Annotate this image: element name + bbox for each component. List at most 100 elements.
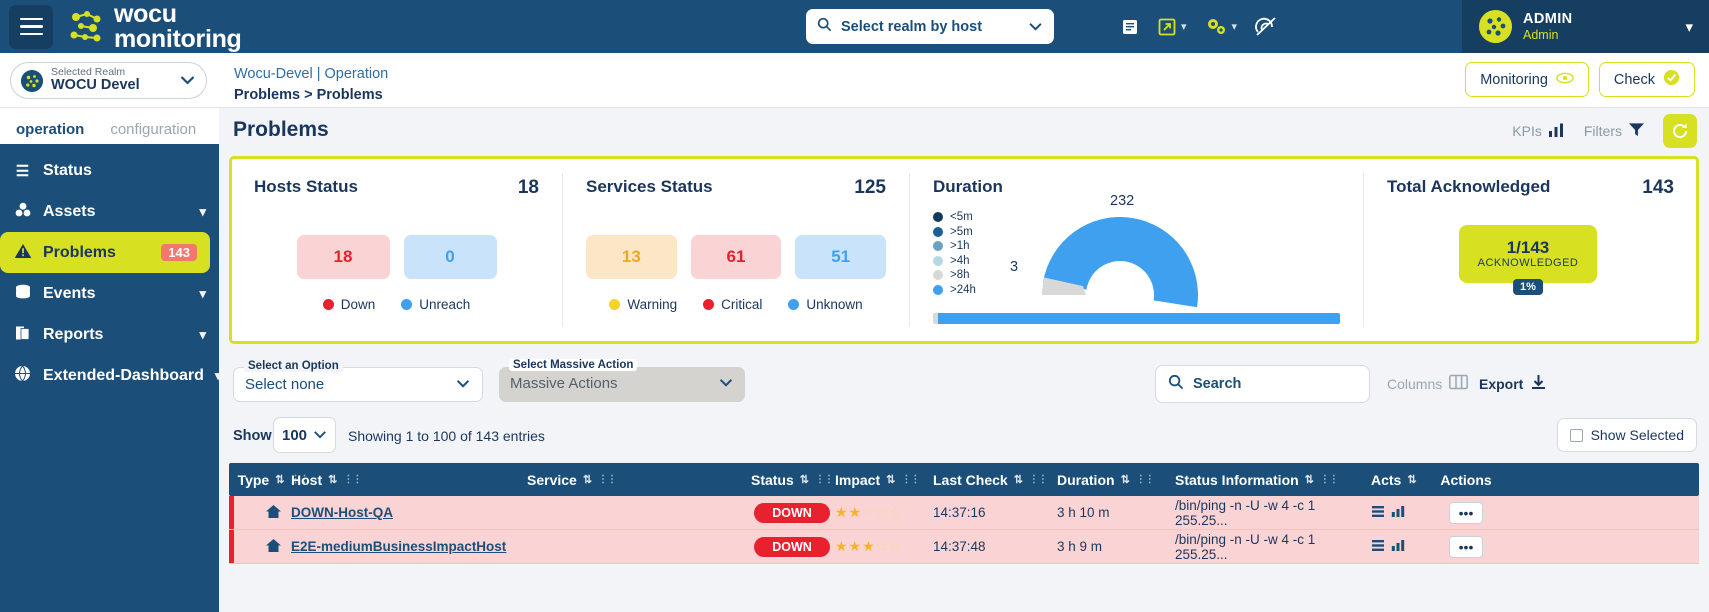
page-size-select[interactable]: 100: [273, 417, 336, 453]
columns-label: Columns: [1387, 375, 1443, 392]
sort-icon[interactable]: ⇅: [1014, 473, 1023, 486]
status-dot-down: [322, 299, 334, 310]
services-critical-box[interactable]: 61: [690, 235, 782, 279]
chevron-down-icon: [718, 375, 734, 390]
external-link-icon[interactable]: ▾: [1157, 17, 1187, 37]
selected-realm-dropdown[interactable]: Selected Realm WOCU Devel: [10, 62, 207, 99]
realm-by-host-search[interactable]: Select realm by host: [806, 9, 1054, 44]
hosts-unreach-box[interactable]: 0: [403, 235, 497, 279]
sort-icon[interactable]: ⇅: [886, 473, 895, 486]
bar-segment-24h: [938, 313, 1340, 324]
monitoring-button[interactable]: Monitoring: [1465, 62, 1589, 97]
gauge-svg: [1042, 217, 1198, 308]
column-header-type[interactable]: Type ⇅ ⋮⋮: [229, 472, 310, 488]
drag-handle-icon[interactable]: ⋮⋮: [343, 474, 362, 485]
host-link[interactable]: DOWN-Host-QA: [291, 505, 393, 520]
app-header: wocu monitoring Select realm by host ▾ ▾: [0, 0, 1709, 53]
drag-handle-icon[interactable]: ⋮⋮: [1136, 474, 1155, 485]
legend-dot: [933, 212, 943, 222]
drag-handle-icon[interactable]: ⋮⋮: [598, 474, 617, 485]
column-header-last-check[interactable]: Last Check ⇅ ⋮⋮: [933, 472, 1057, 488]
tab-operation[interactable]: operation: [16, 121, 84, 144]
sidebar-item-problems[interactable]: Problems 143: [0, 232, 210, 273]
sort-icon[interactable]: ⇅: [1407, 473, 1416, 486]
column-header-actions[interactable]: Actions: [1435, 472, 1497, 488]
card-title: Hosts Status: [254, 177, 358, 196]
column-header-impact[interactable]: Impact ⇅ ⋮⋮: [835, 472, 933, 488]
brand-logo[interactable]: wocu monitoring: [69, 2, 242, 51]
column-label: Actions: [1440, 471, 1492, 488]
sidebar-item-assets[interactable]: Assets ▾: [0, 191, 219, 232]
show-selected-button[interactable]: Show Selected: [1556, 418, 1697, 452]
sidebar-item-reports[interactable]: Reports ▾: [0, 314, 219, 355]
services-warning-box[interactable]: 13: [586, 235, 677, 279]
row-actions-button[interactable]: •••: [1449, 535, 1483, 558]
chart-icon[interactable]: [1391, 505, 1405, 521]
filters-toggle[interactable]: Filters: [1584, 122, 1645, 140]
drag-handle-icon[interactable]: ⋮⋮: [815, 474, 834, 485]
radar-off-icon[interactable]: [1254, 16, 1278, 38]
table-row[interactable]: DOWN-Host-QA DOWN ★★☆☆☆ 14:37:16 3 h 10 …: [229, 496, 1699, 530]
card-total: 125: [854, 177, 886, 198]
check-button[interactable]: Check: [1598, 62, 1695, 97]
drag-handle-icon[interactable]: ⋮⋮: [290, 474, 309, 485]
cell-last-check: 14:37:16: [933, 505, 986, 520]
main-content: Problems KPIs Filters Hosts Status 18 18…: [219, 108, 1709, 612]
sort-icon[interactable]: ⇅: [1305, 473, 1314, 486]
sort-icon[interactable]: ⇅: [328, 473, 337, 486]
drag-handle-icon[interactable]: ⋮⋮: [901, 474, 920, 485]
list-icon[interactable]: [1371, 539, 1385, 555]
host-link[interactable]: E2E-mediumBusinessImpactHost: [291, 539, 506, 554]
drag-handle-icon[interactable]: ⋮⋮: [1320, 474, 1339, 485]
column-header-host[interactable]: Host ⇅ ⋮⋮: [291, 472, 527, 488]
cell-acts: [1371, 505, 1435, 521]
search-input[interactable]: Search: [1155, 365, 1370, 403]
column-label: Service: [527, 471, 577, 488]
row-actions-button[interactable]: •••: [1449, 501, 1483, 524]
drag-handle-icon[interactable]: ⋮⋮: [1029, 474, 1048, 485]
sidebar-item-label: Events: [43, 284, 96, 302]
export-button[interactable]: Export: [1479, 374, 1547, 393]
sort-icon[interactable]: ⇅: [583, 473, 592, 486]
sort-icon[interactable]: ⇅: [800, 473, 809, 486]
columns-button[interactable]: Columns: [1387, 374, 1469, 393]
column-header-service[interactable]: Service ⇅ ⋮⋮: [527, 472, 749, 488]
hosts-down-box[interactable]: 18: [296, 235, 390, 279]
acknowledged-box[interactable]: 1/143 ACKNOWLEDGED 1%: [1459, 225, 1597, 295]
table-row[interactable]: E2E-mediumBusinessImpactHost DOWN ★★★☆☆ …: [229, 530, 1699, 564]
tab-configuration[interactable]: configuration: [110, 121, 196, 144]
chart-icon[interactable]: [1391, 539, 1405, 555]
cell-host: E2E-mediumBusinessImpactHost: [291, 539, 527, 554]
legend-item: >24h: [933, 284, 976, 296]
sort-icon[interactable]: ⇅: [1121, 473, 1130, 486]
book-icon[interactable]: [1120, 17, 1140, 37]
breadcrumb: Wocu-Devel | Operation Problems > Proble…: [234, 64, 388, 106]
show-selected-label: Show Selected: [1590, 427, 1684, 443]
hamburger-icon[interactable]: [9, 4, 53, 49]
breadcrumb-realm[interactable]: Wocu-Devel | Operation: [234, 64, 388, 85]
select-option-dropdown[interactable]: Select an Option Select none: [233, 360, 483, 402]
chevron-down-icon[interactable]: ▾: [1685, 18, 1693, 36]
services-unknown-box[interactable]: 51: [795, 235, 887, 279]
page-size-value: 100: [282, 426, 308, 444]
sidebar-item-events[interactable]: Events ▾: [0, 273, 219, 314]
realm-field-value: WOCU Devel: [51, 77, 140, 94]
refresh-button[interactable]: [1663, 114, 1697, 148]
sidebar-item-label: Status: [43, 161, 92, 179]
column-header-acts[interactable]: Acts ⇅: [1371, 472, 1435, 488]
chevron-down-icon: [179, 72, 196, 90]
column-header-status[interactable]: Status ⇅ ⋮⋮: [749, 472, 835, 488]
sidebar-item-extended-dashboard[interactable]: Extended-Dashboard ▾: [0, 355, 221, 396]
card-total: 143: [1642, 177, 1674, 198]
sort-icon[interactable]: ⇅: [275, 473, 284, 486]
user-menu[interactable]: ADMIN Admin ▾: [1462, 0, 1709, 53]
kpis-toggle[interactable]: KPIs: [1512, 122, 1566, 141]
column-header-status-information[interactable]: Status Information ⇅ ⋮⋮: [1175, 472, 1371, 488]
legend-item: >1h: [933, 240, 976, 252]
column-label: Status Information: [1175, 471, 1299, 488]
sidebar-item-status[interactable]: ☰ Status: [0, 150, 219, 191]
column-header-duration[interactable]: Duration ⇅ ⋮⋮: [1057, 472, 1175, 488]
massive-action-dropdown[interactable]: Select Massive Action Massive Actions: [499, 359, 745, 402]
gears-icon[interactable]: ▾: [1204, 16, 1237, 38]
list-icon[interactable]: [1371, 505, 1385, 521]
